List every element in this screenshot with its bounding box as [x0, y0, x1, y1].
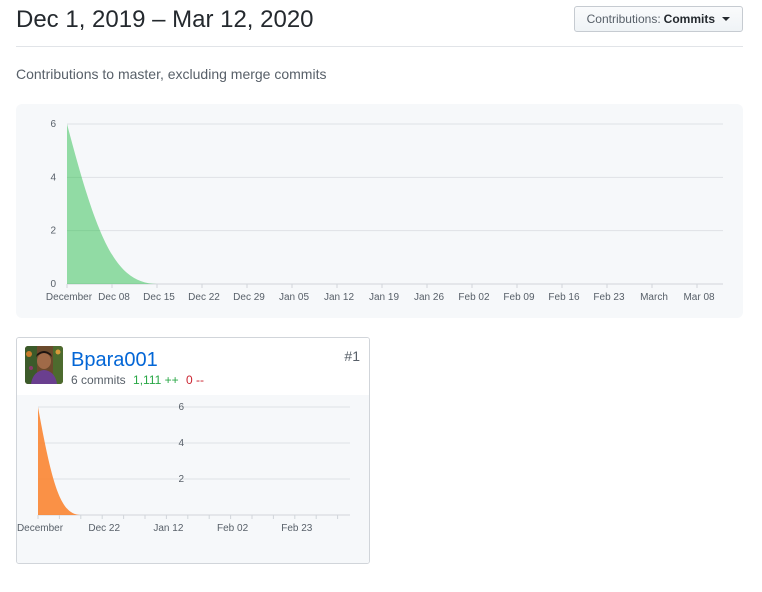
x-tick-label: Dec 22	[188, 292, 220, 303]
x-tick-label: March	[640, 292, 668, 303]
y-tick-label: 6	[178, 402, 184, 413]
deletions-count: 0 --	[185, 373, 204, 387]
x-tick-label: December	[17, 523, 64, 534]
x-tick-label: Feb 09	[503, 292, 535, 303]
main-contributions-chart: 0 2 4 6 December Dec 08 Dec 15 Dec 22 Dec 29 Jan …	[16, 104, 743, 318]
contributor-card: Bpara001 6 commits 1,111 ++ 0 -- #1 2 4 6 D…	[16, 337, 370, 564]
y-tick-label: 2	[178, 474, 184, 485]
x-tick-label: Jan 12	[153, 523, 183, 534]
y-tick-label: 6	[50, 119, 56, 130]
x-tick-label: Feb 23	[281, 523, 313, 534]
x-tick-label: Feb 16	[548, 292, 580, 303]
x-tick-label: Dec 22	[88, 523, 120, 534]
x-tick-label: Jan 12	[324, 292, 354, 303]
x-tick-label: Dec 15	[143, 292, 175, 303]
contributions-type-button[interactable]: Contributions: Commits	[573, 6, 743, 32]
contributions-label: Contributions:	[586, 12, 661, 26]
y-tick-label: 4	[50, 172, 56, 183]
chart-subtitle: Contributions to master, excluding merge…	[16, 66, 327, 82]
x-tick-label: Dec 29	[233, 292, 265, 303]
x-tick-label: December	[46, 292, 93, 303]
x-tick-label: Feb 02	[458, 292, 490, 303]
contributor-chart: 2 4 6 December Dec 22 Jan 12 Feb 02 Feb 23	[17, 395, 369, 563]
x-tick-label: Jan 19	[369, 292, 399, 303]
x-tick-label: Jan 26	[414, 292, 444, 303]
contributor-chart-svg: 2 4 6 December Dec 22 Jan 12 Feb 02 Feb 23	[17, 402, 350, 534]
area-series	[67, 124, 157, 284]
y-tick-label: 2	[50, 226, 56, 237]
main-chart-svg: 0 2 4 6 December Dec 08 Dec 15 Dec 22 Dec 29 Jan …	[46, 119, 723, 303]
contributions-value: Commits	[663, 12, 715, 26]
x-tick-label: Jan 05	[279, 292, 309, 303]
area-series	[38, 407, 80, 515]
commit-count[interactable]: 6 commits	[71, 373, 126, 387]
y-tick-label: 0	[50, 279, 56, 290]
x-tick-label: Feb 23	[593, 292, 625, 303]
header: Dec 1, 2019 – Mar 12, 2020 Contributions…	[16, 0, 743, 47]
y-tick-label: 4	[178, 438, 184, 449]
avatar[interactable]	[25, 346, 63, 384]
x-tick-label: Dec 08	[98, 292, 130, 303]
x-tick-label: Mar 08	[683, 292, 715, 303]
additions-count: 1,111 ++	[133, 373, 179, 387]
x-tick-label: Feb 02	[217, 523, 249, 534]
date-range-title: Dec 1, 2019 – Mar 12, 2020	[16, 6, 314, 33]
contributor-rank: #1	[344, 348, 360, 364]
contributor-card-header: Bpara001 6 commits 1,111 ++ 0 -- #1	[17, 338, 369, 396]
contributor-stats: 6 commits 1,111 ++ 0 --	[71, 373, 204, 387]
contributor-username-link[interactable]: Bpara001	[71, 349, 158, 372]
caret-down-icon	[722, 17, 730, 21]
